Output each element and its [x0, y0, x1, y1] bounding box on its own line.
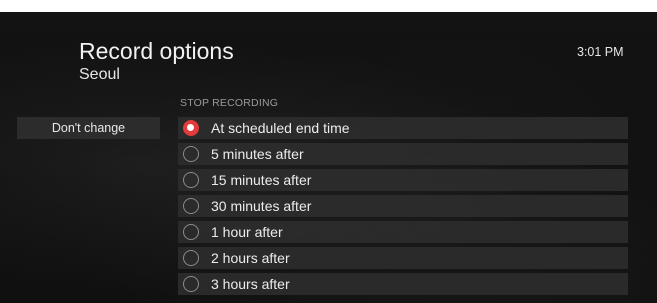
option-label: 3 hours after	[211, 276, 290, 292]
radio-unselected-icon	[183, 224, 199, 240]
dont-change-label: Don't change	[51, 121, 126, 135]
stop-recording-options: At scheduled end time 5 minutes after 15…	[178, 117, 628, 299]
option-3-hours-after[interactable]: 3 hours after	[178, 273, 628, 295]
option-label: 5 minutes after	[211, 146, 304, 162]
option-label: At scheduled end time	[211, 120, 350, 136]
page-title: Record options	[79, 38, 234, 64]
option-2-hours-after[interactable]: 2 hours after	[178, 247, 628, 269]
option-30-minutes-after[interactable]: 30 minutes after	[178, 195, 628, 217]
option-15-minutes-after[interactable]: 15 minutes after	[178, 169, 628, 191]
radio-unselected-icon	[183, 250, 199, 266]
page-subtitle: Seoul	[79, 66, 120, 83]
section-label: STOP RECORDING	[180, 97, 279, 109]
option-label: 15 minutes after	[211, 172, 312, 188]
option-1-hour-after[interactable]: 1 hour after	[178, 221, 628, 243]
dont-change-button[interactable]: Don't change	[17, 117, 160, 139]
radio-selected-icon	[183, 120, 199, 136]
top-strip	[0, 0, 657, 12]
option-5-minutes-after[interactable]: 5 minutes after	[178, 143, 628, 165]
radio-unselected-icon	[183, 198, 199, 214]
radio-unselected-icon	[183, 146, 199, 162]
option-label: 1 hour after	[211, 224, 283, 240]
option-label: 30 minutes after	[211, 198, 312, 214]
radio-unselected-icon	[183, 172, 199, 188]
option-label: 2 hours after	[211, 250, 290, 266]
clock: 3:01 PM	[577, 45, 624, 59]
radio-unselected-icon	[183, 276, 199, 292]
option-at-scheduled-end-time[interactable]: At scheduled end time	[178, 117, 628, 139]
